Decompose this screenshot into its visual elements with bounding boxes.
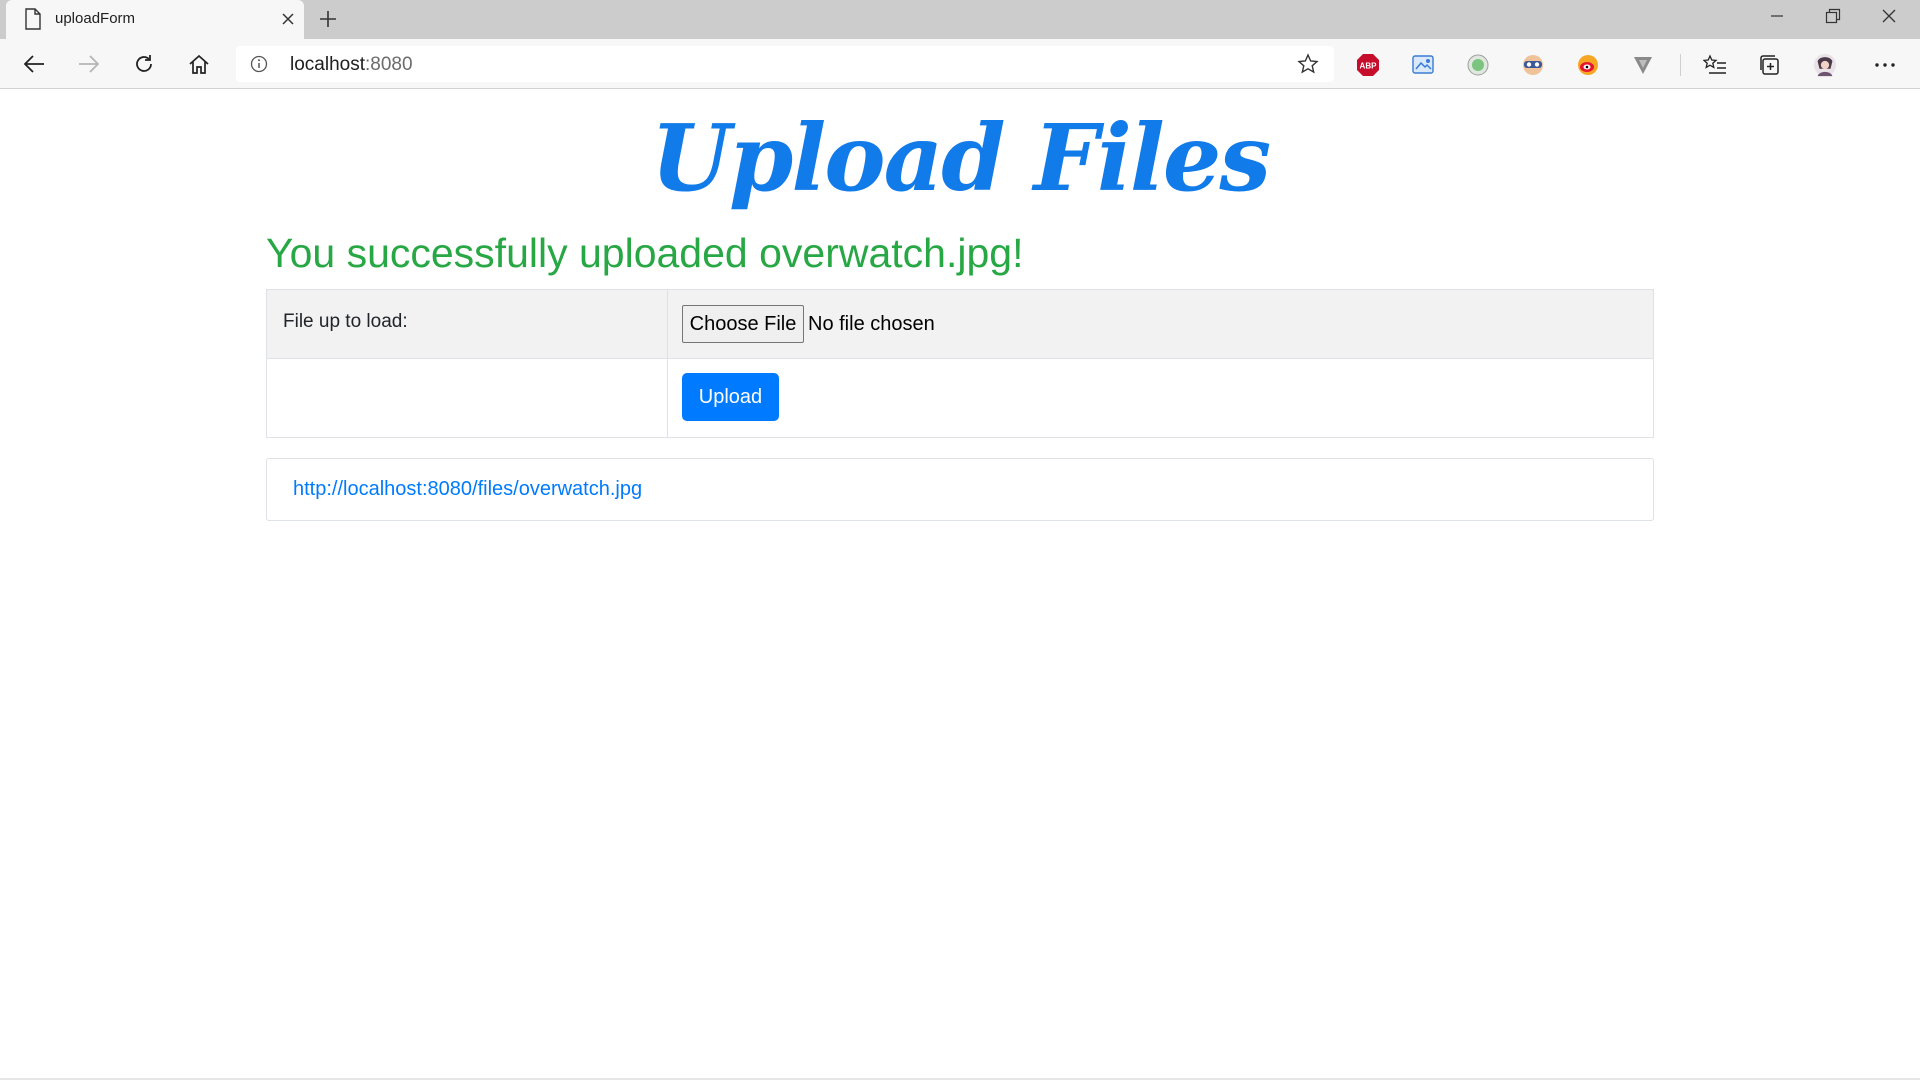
svg-text:ABP: ABP <box>1360 62 1378 71</box>
adblock-plus-icon[interactable]: ABP <box>1356 53 1380 77</box>
favorites-list-icon[interactable] <box>1703 53 1727 77</box>
url-text[interactable]: localhost:8080 <box>290 54 413 76</box>
uploaded-file-link[interactable]: http://localhost:8080/files/overwatch.jp… <box>293 478 642 501</box>
page-icon <box>23 8 43 30</box>
minimize-icon[interactable] <box>1754 2 1800 30</box>
file-label: File up to load: <box>283 311 408 332</box>
upload-button[interactable]: Upload <box>682 373 779 421</box>
file-select-row: File up to load: Choose File No file cho… <box>267 290 1653 359</box>
green-circle-extension-icon[interactable] <box>1466 53 1490 77</box>
browser-tab[interactable]: uploadForm <box>6 0 304 39</box>
screenshot-extension-icon[interactable] <box>1411 53 1435 77</box>
home-icon[interactable] <box>181 47 217 81</box>
info-icon[interactable] <box>250 55 268 73</box>
tab-title: uploadForm <box>55 10 136 27</box>
close-tab-icon[interactable] <box>277 8 299 30</box>
column-divider <box>667 290 668 437</box>
uploaded-files-list: http://localhost:8080/files/overwatch.jp… <box>266 458 1654 521</box>
favorite-star-icon[interactable] <box>1297 53 1319 75</box>
no-file-chosen-text: No file chosen <box>808 313 935 335</box>
v-extension-icon[interactable] <box>1631 53 1655 77</box>
new-tab-button[interactable] <box>315 6 341 32</box>
collections-icon[interactable] <box>1758 53 1782 77</box>
upload-form-table: File up to load: Choose File No file cho… <box>266 289 1654 438</box>
weibo-extension-icon[interactable] <box>1576 53 1600 77</box>
refresh-icon[interactable] <box>126 47 162 81</box>
browser-title-bar: uploadForm <box>0 0 1920 39</box>
browser-toolbar: localhost:8080 ABP <box>0 39 1920 89</box>
page-title: Upload Files <box>650 104 1271 212</box>
profile-avatar-icon[interactable] <box>1813 53 1837 77</box>
choose-file-button[interactable]: Choose File <box>682 305 804 343</box>
toolbar-divider <box>1680 54 1681 76</box>
address-bar[interactable]: localhost:8080 <box>236 46 1334 82</box>
upload-button-row: Upload <box>267 359 1653 437</box>
more-options-icon[interactable] <box>1873 53 1897 77</box>
mask-extension-icon[interactable] <box>1521 53 1545 77</box>
success-message: You successfully uploaded overwatch.jpg! <box>266 230 1024 276</box>
back-arrow-icon[interactable] <box>16 47 52 81</box>
forward-arrow-icon[interactable] <box>71 47 107 81</box>
close-window-icon[interactable] <box>1866 2 1912 30</box>
restore-icon[interactable] <box>1810 2 1856 30</box>
